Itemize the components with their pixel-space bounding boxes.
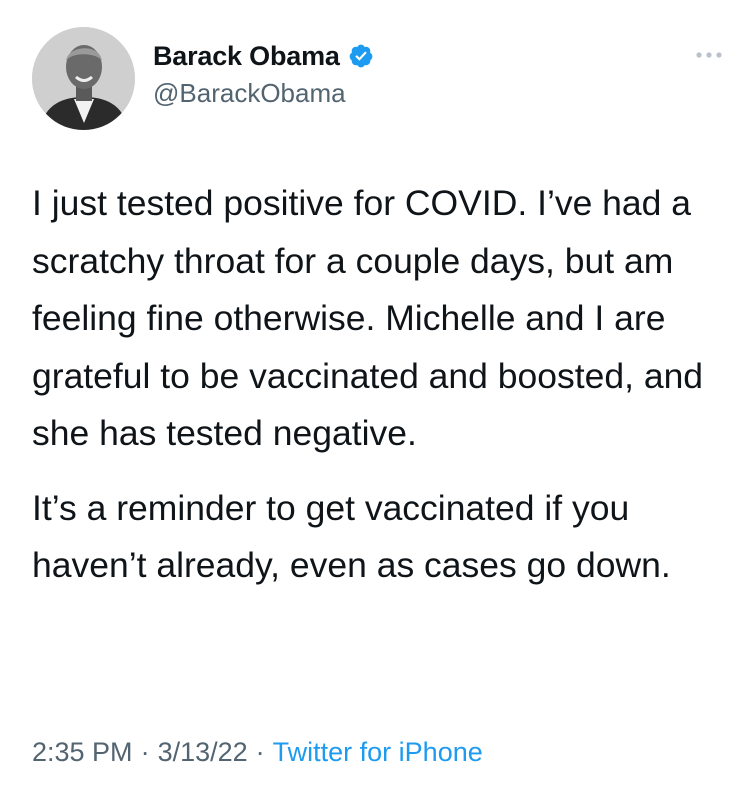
tweet-card: Barack Obama @BarackObama I just tested … (0, 0, 750, 785)
author-display-name[interactable]: Barack Obama (153, 41, 340, 72)
author-info: Barack Obama @BarackObama (153, 38, 374, 109)
more-options-icon[interactable] (694, 48, 724, 62)
meta-separator: · (255, 737, 265, 767)
tweet-time[interactable]: 2:35 PM (32, 737, 133, 767)
tweet-text: I just tested positive for COVID. I’ve h… (32, 175, 732, 595)
tweet-paragraph: I just tested positive for COVID. I’ve h… (32, 183, 704, 453)
author-name-row: Barack Obama (153, 38, 374, 74)
tweet-date[interactable]: 3/13/22 (158, 737, 248, 767)
author-avatar[interactable] (32, 27, 135, 130)
tweet-paragraph: It’s a reminder to get vaccinated if you… (32, 487, 671, 586)
author-handle[interactable]: @BarackObama (153, 78, 374, 109)
meta-separator: · (140, 737, 150, 767)
tweet-source-link[interactable]: Twitter for iPhone (273, 737, 483, 767)
verified-badge-icon (348, 43, 374, 69)
avatar-photo-icon (32, 27, 135, 130)
tweet-metadata: 2:35 PM · 3/13/22 · Twitter for iPhone (32, 737, 483, 768)
